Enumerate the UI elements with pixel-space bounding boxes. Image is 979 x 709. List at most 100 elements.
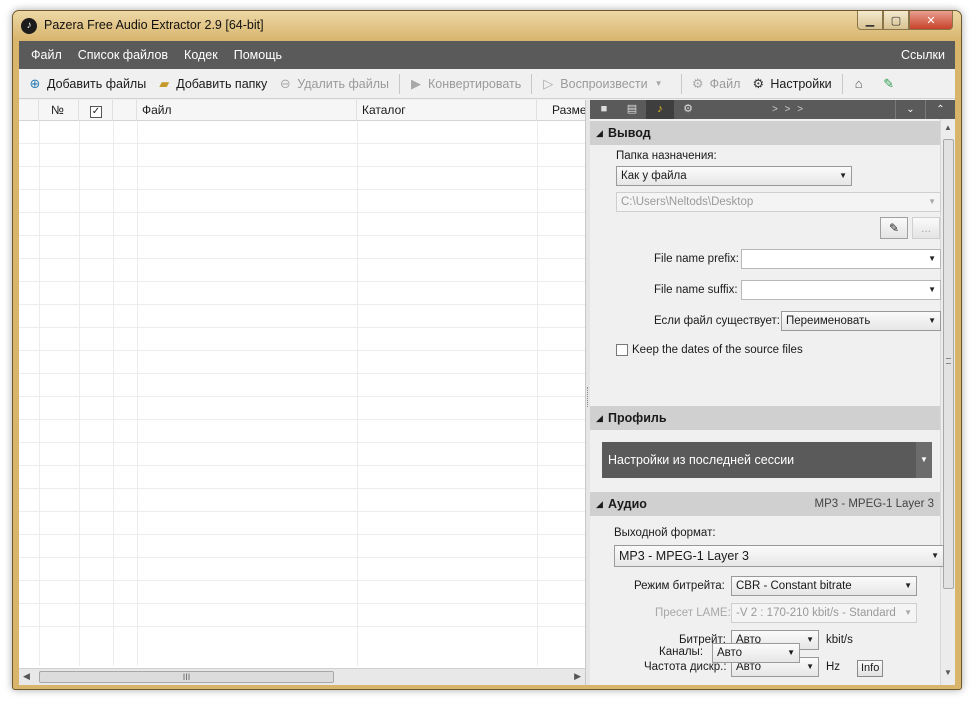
chevron-down-icon: ▼ [806, 635, 814, 644]
play-button[interactable]: ▷ Воспроизвести ▼ [540, 76, 670, 92]
edit-icon: ✎ [888, 221, 900, 235]
table-row [19, 397, 585, 420]
file-exists-label: Если файл существует: [654, 315, 781, 327]
chevron-down-icon: ▼ [928, 316, 936, 325]
settings-panel: ■ ▤ ♪ ⚙ > > > ⌄ ⌃ ▲ ▼ ◢ Вывод Папка назн… [590, 100, 955, 685]
table-row [19, 374, 585, 397]
menu-file-list[interactable]: Список файлов [70, 41, 176, 69]
table-row [19, 328, 585, 351]
scroll-down-icon[interactable]: ▼ [944, 668, 952, 677]
table-row [19, 420, 585, 443]
browse-button[interactable]: ... [912, 217, 940, 239]
column-checkbox[interactable]: ✓ [79, 100, 113, 121]
panel-scrollbar-thumb[interactable] [943, 139, 954, 589]
menu-codec[interactable]: Кодек [176, 41, 226, 69]
suffix-label: File name suffix: [654, 284, 738, 296]
convert-label: Конвертировать [428, 76, 522, 91]
remove-files-icon: ⊖ [279, 75, 291, 91]
output-format-value: MP3 - MPEG-1 Layer 3 [619, 549, 749, 563]
file-list-rows [19, 121, 585, 643]
add-files-button[interactable]: ⊕ Добавить файлы [27, 76, 147, 92]
add-folder-icon: ▰ [159, 75, 170, 91]
channels-select[interactable]: Авто ▼ [712, 643, 800, 663]
prefix-input[interactable]: ▼ [741, 249, 941, 269]
section-profile-title: Профиль [608, 411, 667, 425]
menu-file[interactable]: Файл [19, 41, 70, 69]
section-profile-header[interactable]: ◢ Профиль [590, 406, 940, 430]
edit-path-button[interactable]: ✎ [880, 217, 908, 239]
toolbar-separator [680, 73, 682, 94]
window-title: Pazera Free Audio Extractor 2.9 [64-bit] [44, 18, 264, 32]
keep-dates-label[interactable]: Keep the dates of the source files [632, 344, 803, 356]
file-list[interactable]: № ✓ Файл Каталог Разме ◀ III ▶ [19, 100, 586, 685]
home-button[interactable]: ⌂ [851, 76, 871, 92]
horizontal-scrollbar[interactable]: ◀ III ▶ [19, 668, 585, 685]
tab-folder-icon[interactable]: ■ [590, 100, 618, 119]
settings-label: Настройки [770, 76, 832, 91]
tab-gear-icon[interactable]: ⚙ [674, 100, 702, 119]
minimize-button[interactable]: ▁ [857, 11, 883, 30]
add-files-label: Добавить файлы [47, 76, 147, 91]
column-number[interactable]: № [39, 100, 79, 121]
gear-icon: ⚙ [752, 75, 765, 91]
play-label: Воспроизвести [560, 76, 648, 91]
select-all-checkbox[interactable]: ✓ [90, 106, 102, 118]
app-window: ♪ Pazera Free Audio Extractor 2.9 [64-bi… [12, 10, 962, 690]
column-size[interactable]: Разме [537, 100, 585, 121]
section-audio-title: Аудио [608, 497, 647, 511]
bitrate-mode-select[interactable]: CBR - Constant bitrate ▼ [731, 576, 917, 596]
keep-dates-checkbox[interactable] [616, 344, 628, 356]
settings-button[interactable]: ⚙ Настройки [750, 75, 832, 92]
suffix-input[interactable]: ▼ [741, 280, 941, 300]
scrollbar-thumb[interactable]: III [39, 671, 334, 683]
chevron-down-icon[interactable]: ⌄ [895, 100, 925, 119]
lame-preset-select[interactable]: -V 2 : 170-210 kbit/s - Standard ▼ [731, 603, 917, 623]
info-button[interactable]: Info [857, 660, 884, 677]
file-exists-select[interactable]: Переименовать ▼ [781, 311, 941, 331]
lame-preset-label: Пресет LAME: [655, 607, 731, 619]
table-row [19, 213, 585, 236]
panel-scrollbar[interactable]: ▲ ▼ [940, 119, 955, 685]
maximize-button[interactable]: ▢ [883, 11, 909, 30]
close-button[interactable]: ✕ [909, 11, 953, 30]
scroll-right-icon[interactable]: ▶ [574, 671, 581, 682]
chevron-down-icon: ▼ [839, 171, 847, 180]
chevron-up-icon[interactable]: ⌃ [925, 100, 955, 119]
chevron-down-icon: ▼ [787, 648, 795, 657]
pin-button[interactable]: ✎ [881, 76, 901, 92]
tab-document-icon[interactable]: ▤ [618, 100, 646, 119]
table-row [19, 489, 585, 512]
dest-folder-select[interactable]: Как у файла ▼ [616, 166, 852, 186]
output-path-field[interactable]: C:\Users\Neltods\Desktop ▼ [616, 192, 941, 212]
chevron-down-icon: ▼ [904, 608, 912, 617]
dest-folder-value: Как у файла [621, 170, 687, 182]
scroll-up-icon[interactable]: ▲ [944, 123, 952, 132]
app-music-icon: ♪ [21, 18, 37, 34]
chevron-down-icon: ▼ [931, 551, 939, 560]
client-area: Файл Список файлов Кодек Помощь Ссылки ⊕… [19, 41, 955, 685]
scroll-left-icon[interactable]: ◀ [23, 671, 30, 682]
tab-music-icon[interactable]: ♪ [646, 100, 674, 119]
file-exists-value: Переименовать [786, 315, 871, 327]
file-button[interactable]: ⚙ Файл [690, 76, 741, 92]
add-folder-button[interactable]: ▰ Добавить папку [156, 76, 267, 92]
collapse-icon: ◢ [596, 128, 603, 138]
title-bar[interactable]: ♪ Pazera Free Audio Extractor 2.9 [64-bi… [13, 11, 961, 41]
toolbar-separator [399, 73, 400, 94]
splitter-grip[interactable] [587, 387, 589, 407]
collapse-icon: ◢ [596, 499, 603, 509]
remove-files-button[interactable]: ⊖ Удалить файлы [277, 76, 389, 92]
column-folder[interactable]: Каталог [357, 100, 537, 121]
column-file[interactable]: Файл [137, 100, 357, 121]
collapse-icon: ◢ [596, 413, 603, 423]
tabs-more[interactable]: > > > [772, 104, 805, 115]
output-format-select[interactable]: MP3 - MPEG-1 Layer 3 ▼ [614, 545, 944, 567]
section-output-header[interactable]: ◢ Вывод [590, 121, 940, 145]
convert-button[interactable]: ▶ Конвертировать [408, 76, 521, 92]
menu-links[interactable]: Ссылки [893, 41, 955, 69]
menu-help[interactable]: Помощь [226, 41, 290, 69]
toolbar-separator [841, 73, 843, 94]
section-audio-header[interactable]: ◢ Аудио MP3 - MPEG-1 Layer 3 [590, 492, 940, 516]
chevron-down-icon: ▼ [904, 581, 912, 590]
profile-select[interactable]: Настройки из последней сессии ▼ [602, 442, 932, 478]
